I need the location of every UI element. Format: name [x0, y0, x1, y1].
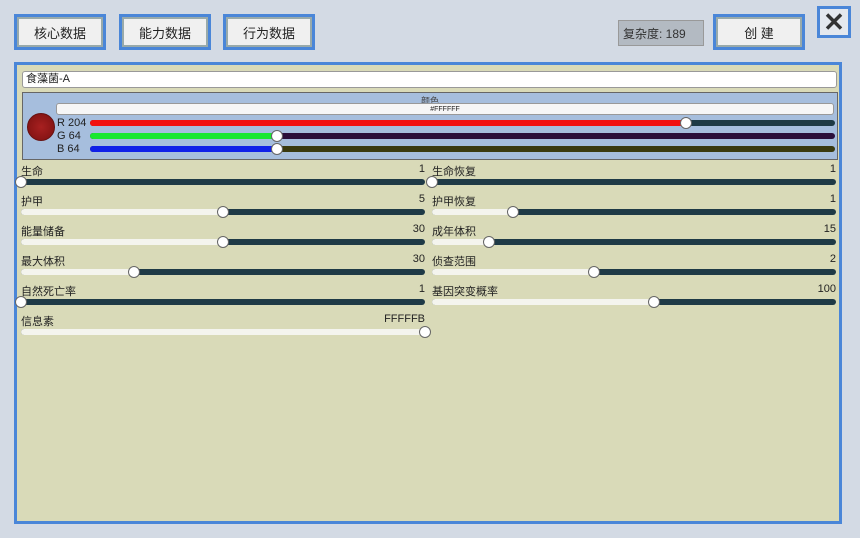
stat-value: 30	[413, 253, 425, 265]
stat-label: 最大体积	[21, 253, 65, 269]
b-label: B 64	[57, 143, 80, 155]
stat-slider[interactable]	[432, 179, 836, 185]
stat-slider-row: 成年体积 15	[432, 223, 836, 253]
r-slider[interactable]	[90, 120, 835, 126]
stat-value: 100	[818, 283, 836, 295]
stat-slider-row: 生命1	[21, 163, 425, 193]
b-slider-thumb[interactable]	[271, 143, 283, 155]
tab-behavior-data[interactable]: 行为数据	[223, 14, 315, 50]
stat-slider-row: 护甲恢复 1	[432, 193, 836, 223]
stat-value: 1	[419, 163, 425, 175]
stat-slider-thumb[interactable]	[217, 236, 229, 248]
stat-slider[interactable]	[21, 239, 425, 245]
stat-value: 1	[830, 193, 836, 205]
stat-slider-thumb[interactable]	[217, 206, 229, 218]
stat-slider-thumb[interactable]	[426, 176, 438, 188]
create-button[interactable]: 创 建	[713, 14, 805, 50]
stat-slider-thumb[interactable]	[483, 236, 495, 248]
stat-label: 护甲恢复	[432, 193, 476, 209]
g-slider[interactable]	[90, 133, 835, 139]
stat-label: 成年体积	[432, 223, 476, 239]
hex-input[interactable]: #FFFFFF	[56, 103, 834, 115]
stat-label: 侦查范围	[432, 253, 476, 269]
stat-slider-thumb[interactable]	[588, 266, 600, 278]
stat-slider-row: 护甲 5	[21, 193, 425, 223]
r-slider-thumb[interactable]	[680, 117, 692, 129]
stat-value: 1	[830, 163, 836, 175]
g-label: G 64	[57, 130, 81, 142]
stat-slider[interactable]	[432, 269, 836, 275]
stat-slider[interactable]	[432, 239, 836, 245]
stat-label: 能量储备	[21, 223, 65, 239]
stat-slider-thumb[interactable]	[648, 296, 660, 308]
r-label: R 204	[57, 117, 86, 129]
tab-core-data[interactable]: 核心数据	[14, 14, 106, 50]
stat-slider-row: 最大体积 30	[21, 253, 425, 283]
stat-slider[interactable]	[432, 209, 836, 215]
stat-label: 基因突变概率	[432, 283, 498, 299]
stat-slider-thumb[interactable]	[128, 266, 140, 278]
stat-slider[interactable]	[21, 269, 425, 275]
stat-label: 生命恢复	[432, 163, 476, 179]
stat-value: 1	[419, 283, 425, 295]
stat-slider-thumb[interactable]	[419, 326, 431, 338]
close-button[interactable]: ✕	[817, 6, 851, 38]
b-slider[interactable]	[90, 146, 835, 152]
stat-slider[interactable]	[432, 299, 836, 305]
stat-value: 15	[824, 223, 836, 235]
stat-label: 自然死亡率	[21, 283, 76, 299]
tab-ability-data[interactable]: 能力数据	[119, 14, 211, 50]
stat-value: 5	[419, 193, 425, 205]
stat-slider-row: 侦查范围 2	[432, 253, 836, 283]
stat-slider[interactable]	[21, 329, 425, 335]
g-slider-thumb[interactable]	[271, 130, 283, 142]
stat-slider[interactable]	[21, 209, 425, 215]
stat-slider-row: 能量储备 30	[21, 223, 425, 253]
stat-slider[interactable]	[21, 179, 425, 185]
color-editor: 颜色 #FFFFFF R 204 G 64 B 64	[22, 92, 838, 160]
stat-slider-row: 基因突变概率 100	[432, 283, 836, 313]
stat-slider-row: 生命恢复 1	[432, 163, 836, 193]
close-icon: ✕	[823, 7, 845, 38]
stat-slider-row: 自然死亡率 1	[21, 283, 425, 313]
editor-panel: 食藻菌-A 颜色 #FFFFFF R 204 G 64 B 64 生命1护甲 5 能…	[14, 62, 842, 524]
name-input[interactable]: 食藻菌-A	[22, 71, 837, 88]
complexity-display: 复杂度: 189	[618, 20, 704, 46]
stat-slider[interactable]	[21, 299, 425, 305]
color-swatch	[27, 113, 55, 141]
stat-value: 2	[830, 253, 836, 265]
stat-slider-thumb[interactable]	[15, 176, 27, 188]
stat-slider-thumb[interactable]	[15, 296, 27, 308]
stat-label: 信息素	[21, 313, 54, 329]
stat-label: 护甲	[21, 193, 43, 209]
stat-value: FFFFFB	[384, 313, 425, 325]
stat-slider-thumb[interactable]	[507, 206, 519, 218]
stat-slider-row: 信息素 FFFFFB	[21, 313, 425, 343]
stat-value: 30	[413, 223, 425, 235]
